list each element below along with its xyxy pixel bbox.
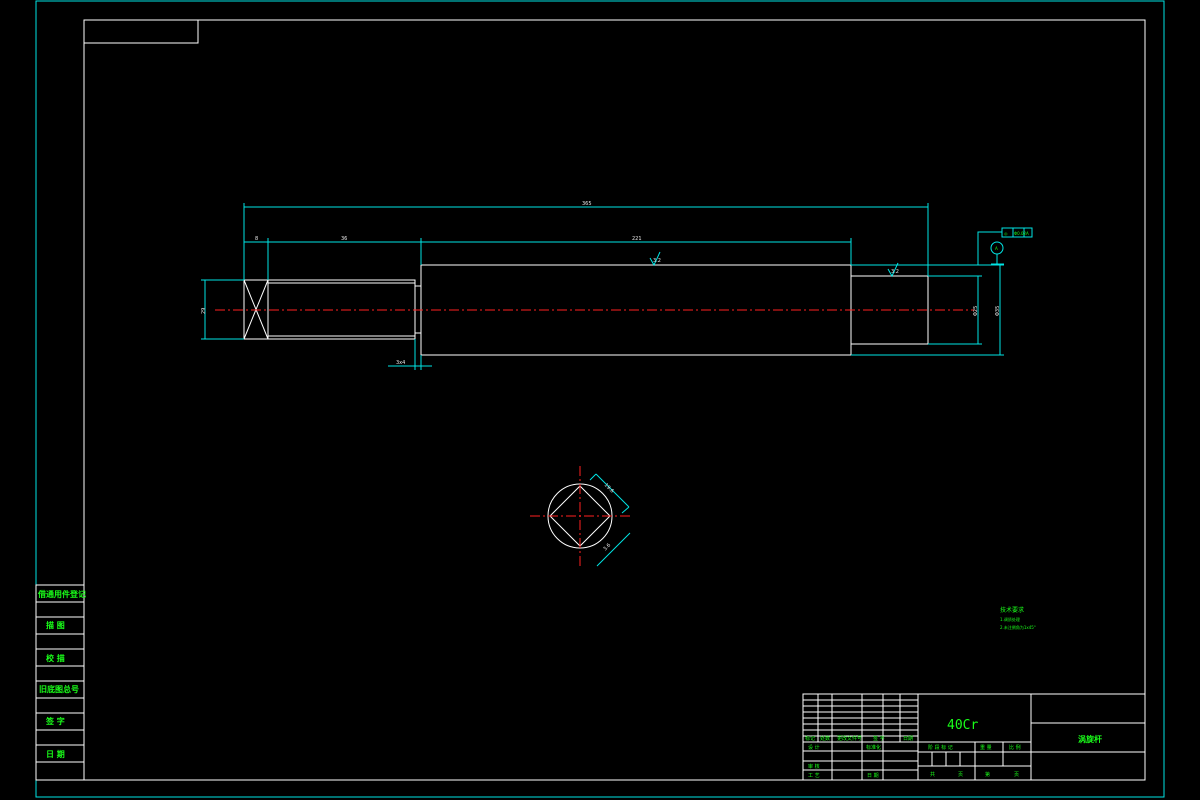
- part-title: 涡旋杆: [1078, 734, 1102, 744]
- dim-main-length: 221: [632, 236, 642, 242]
- surface-end: 3.2: [891, 269, 899, 275]
- tolerance-datum: A: [1026, 231, 1029, 236]
- datum-label: A: [995, 246, 998, 251]
- strip-item-5: 签 字: [45, 716, 65, 726]
- tb-standardize: 标准化: [866, 744, 881, 751]
- tech-line-1: 1.调质处理: [1000, 616, 1020, 622]
- section-view: 19.6 3.6: [530, 466, 631, 567]
- dimensions: 365 8 36 221 29 3x4 Φ25 Φ35 3.2 3.2: [201, 201, 1004, 370]
- surface-main: 3.2: [653, 258, 661, 264]
- tb-header-count: 处数: [820, 735, 830, 742]
- tb-sheet-unit: 页: [958, 772, 963, 778]
- tb-header-mark: 标记: [805, 735, 815, 742]
- tb-row-check: 审 核: [808, 763, 820, 770]
- tolerance-symbol: ◎: [1004, 231, 1008, 236]
- tech-line-2: 2.未注倒角为1x45°: [1000, 624, 1036, 630]
- material: 40Cr: [947, 718, 978, 733]
- tb-header-sign: 签 字: [873, 735, 885, 742]
- dim-hex-length: 8: [255, 236, 258, 242]
- strip-item-6: 日 期: [46, 749, 65, 759]
- tb-header-doc: 更改文件号: [837, 735, 862, 742]
- cad-drawing: 365 8 36 221 29 3x4 Φ25 Φ35 3.2 3.2 ◎ Φ0…: [35, 0, 1165, 798]
- section-flat-2: 3.6: [602, 542, 612, 552]
- dim-main-dia: Φ35: [995, 306, 1001, 316]
- tolerance-frame: ◎ Φ0.02 A A: [977, 227, 1033, 265]
- section-flat-1: 19.6: [603, 482, 615, 494]
- tb-sheets: 共: [930, 771, 935, 778]
- strip-item-1: 借通用件登记: [37, 589, 86, 599]
- tb-weight: 重 量: [980, 744, 992, 751]
- tolerance-value: Φ0.02: [1014, 231, 1027, 236]
- tb-scale: 比 例: [1009, 744, 1021, 751]
- sheet-border-outer: [35, 0, 1165, 798]
- tb-stage-mark: 阶 段 标 记: [928, 744, 953, 751]
- dim-right-dia: Φ25: [973, 306, 979, 316]
- tb-date: 日 期: [867, 773, 879, 779]
- tech-title: 技术要求: [1000, 606, 1024, 614]
- tb-sheet-unit-2: 页: [1014, 772, 1019, 778]
- dim-left-height: 29: [201, 308, 207, 314]
- left-strip: 借通用件登记 描 图 校 描 旧底图总号 签 字 日 期: [35, 584, 86, 781]
- tb-row-design: 设 计: [808, 744, 820, 751]
- dim-thread-length: 36: [341, 236, 347, 242]
- tech-requirements: 技术要求 1.调质处理 2.未注倒角为1x45°: [1000, 606, 1036, 630]
- tb-sheet-no: 第: [985, 771, 990, 778]
- strip-item-4: 旧底图总号: [39, 684, 79, 694]
- strip-item-3: 校 描: [46, 653, 65, 663]
- shaft-view: [215, 264, 975, 356]
- tb-row-process: 工 艺: [808, 773, 820, 779]
- dim-neck: 3x4: [396, 360, 405, 366]
- drawing-frame: [83, 19, 1146, 781]
- title-block: 标记 处数 更改文件号 签 字 日期 设 计 审 核 工 艺 标准化 日 期 4…: [802, 693, 1146, 781]
- dim-overall-length: 365: [582, 201, 592, 207]
- strip-item-2: 描 图: [46, 620, 65, 630]
- code-box: [84, 20, 199, 44]
- tb-header-date: 日期: [903, 736, 913, 742]
